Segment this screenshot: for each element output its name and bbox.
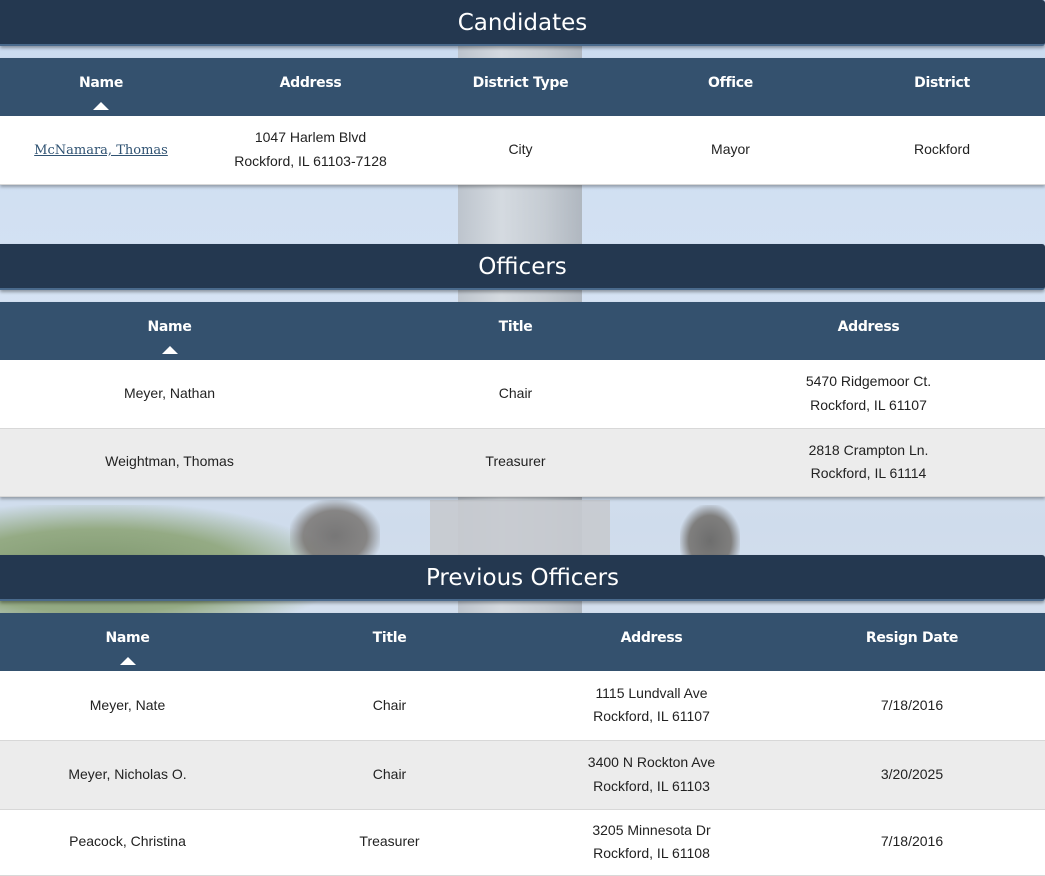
previous-officer-title-cell: Treasurer [359,833,420,850]
column-header-district[interactable]: District [839,58,1045,116]
candidates-section-title: Candidates [0,0,1045,46]
sort-ascending-icon [93,102,109,110]
resign-date-cell: 7/18/2016 [880,696,944,713]
address-line-2: Rockford, IL 61114 [810,465,927,481]
address-line-1: 3400 N Rockton Ave [587,754,716,770]
table-row: Meyer, Nathan Chair 5470 Ridgemoor Ct. R… [0,360,1045,428]
address-cell: 1047 Harlem Blvd Rockford, IL 61103-7128 [202,116,419,184]
column-header-resign-date[interactable]: Resign Date [779,613,1045,671]
officers-section-title: Officers [0,244,1045,290]
table-header-row: Name Title Address [0,302,1045,360]
address-line-2: Rockford, IL 61103-7128 [234,152,387,169]
column-header-title[interactable]: Title [255,613,524,671]
column-header-address[interactable]: Address [524,613,779,671]
officers-table: Name Title Address Meyer, Nathan Chair 5… [0,302,1045,497]
table-row: Peacock, Christina Treasurer 3205 Minnes… [0,809,1045,875]
address-cell: 5470 Ridgemoor Ct. Rockford, IL 61107 [692,360,1045,428]
address-cell: 2818 Crampton Ln. Rockford, IL 61114 [692,428,1045,496]
address-line-1: 2818 Crampton Ln. [808,441,929,458]
address-line-2: Rockford, IL 61107 [810,396,927,413]
column-header-name[interactable]: Name [0,302,339,360]
previous-officer-name-cell: Peacock, Christina [69,833,186,850]
resign-date-cell: 7/18/2016 [880,833,944,850]
address-line-1: 1115 Lundvall Ave [595,684,708,701]
column-header-office[interactable]: Office [622,58,839,116]
officer-title-cell: Treasurer [485,453,546,470]
address-line-1: 1047 Harlem Blvd [254,129,367,146]
office-cell: Mayor [711,141,750,157]
address-line-2: Rockford, IL 61107 [593,708,710,725]
previous-officer-name-cell: Meyer, Nicholas O. [68,765,187,782]
table-row: McNamara, Thomas 1047 Harlem Blvd Rockfo… [0,116,1045,184]
candidate-name-link[interactable]: McNamara, Thomas [34,143,168,158]
sort-ascending-icon [161,346,178,354]
table-header-row: Name Title Address Resign Date [0,613,1045,671]
address-cell: 3205 Minnesota Dr Rockford, IL 61108 [524,809,779,875]
officer-title-cell: Chair [498,385,533,401]
previous-officers-table: Name Title Address Resign Date Meyer, Na… [0,613,1045,876]
column-header-name[interactable]: Name [0,58,202,116]
previous-officer-name-cell: Meyer, Nate [89,696,166,713]
officer-name-cell: Meyer, Nathan [123,385,216,401]
table-row: Weightman, Thomas Treasurer 2818 Crampto… [0,428,1045,496]
district-cell: Rockford [913,141,971,157]
table-row: Meyer, Nicholas O. Chair 3400 N Rockton … [0,740,1045,809]
candidate-name-cell: McNamara, Thomas [0,116,202,184]
address-line-2: Rockford, IL 61103 [593,777,710,794]
previous-officer-title-cell: Chair [372,696,407,713]
address-cell: 1115 Lundvall Ave Rockford, IL 61107 [524,671,779,740]
column-header-address[interactable]: Address [202,58,419,116]
address-line-1: 5470 Ridgemoor Ct. [805,373,932,390]
column-header-name[interactable]: Name [0,613,255,671]
address-cell: 3400 N Rockton Ave Rockford, IL 61103 [524,740,779,809]
district-type-cell: City [508,141,533,157]
candidates-table: Name Address District Type Office Distri… [0,58,1045,185]
previous-officers-section-title: Previous Officers [0,555,1045,601]
resign-date-cell: 3/20/2025 [880,765,944,782]
previous-officer-title-cell: Chair [372,765,407,782]
address-line-1: 3205 Minnesota Dr [592,821,711,838]
sort-ascending-icon [119,657,136,665]
officer-name-cell: Weightman, Thomas [105,453,234,470]
statue-shape [290,500,380,560]
column-header-address[interactable]: Address [692,302,1045,360]
column-header-district-type[interactable]: District Type [419,58,622,116]
address-line-2: Rockford, IL 61108 [593,845,710,861]
table-header-row: Name Address District Type Office Distri… [0,58,1045,116]
column-header-title[interactable]: Title [339,302,692,360]
table-row: Meyer, Nate Chair 1115 Lundvall Ave Rock… [0,671,1045,740]
